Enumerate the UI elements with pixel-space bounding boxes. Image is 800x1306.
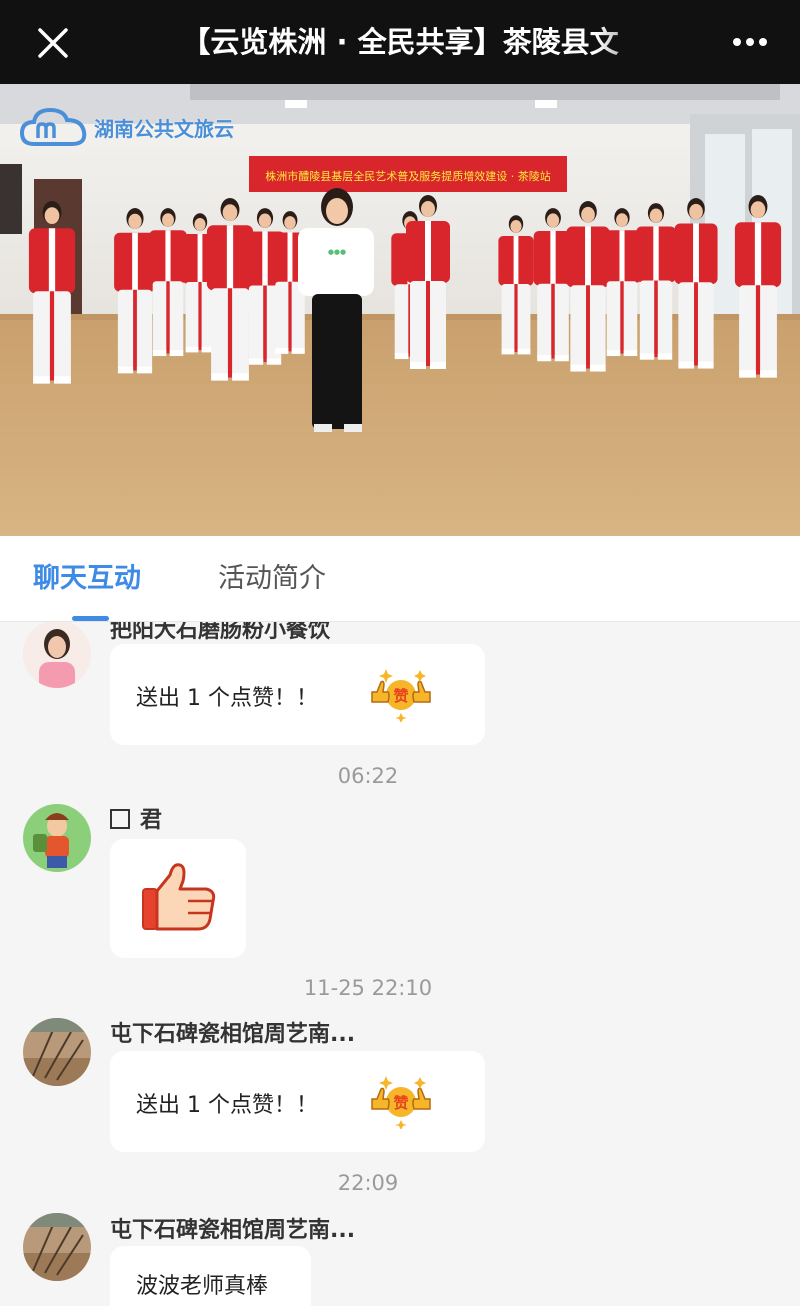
nickname: 君 — [110, 802, 162, 834]
timestamp: 11-25 22:10 — [303, 976, 433, 1000]
close-icon — [38, 28, 68, 58]
avatar-image — [23, 622, 91, 688]
placeholder-glyph-icon — [110, 809, 130, 829]
message-bubble[interactable]: 送出 1 个点赞！！ 赞 — [110, 644, 485, 745]
dancer-figure — [636, 203, 676, 360]
dancer-figure — [149, 208, 187, 357]
dancer-figure — [533, 208, 573, 362]
svg-text:●●●: ●●● — [328, 248, 346, 256]
message-bubble[interactable]: 波波老师真棒 — [110, 1246, 311, 1306]
svg-text:株洲市醴陵县基层全民艺术普及服务提质增效建设 · 茶陵站: 株洲市醴陵县基层全民艺术普及服务提质增效建设 · 茶陵站 — [265, 169, 551, 183]
nickname-text: 君 — [140, 808, 163, 833]
video-player[interactable]: 株洲市醴陵县基层全民艺术普及服务提质增效建设 · 茶陵站 ●●● 湖南公共文旅云 — [0, 84, 800, 536]
svg-text:赞: 赞 — [392, 687, 408, 705]
avatar[interactable] — [23, 1018, 91, 1086]
dancer-figure — [498, 215, 534, 355]
page-title: 【云览株洲 · 全民共享】茶陵县文 — [181, 25, 619, 59]
tab-active-indicator — [72, 616, 109, 621]
dancer-figure — [28, 200, 76, 384]
dancer-figure — [734, 194, 782, 378]
tab-bar: 聊天互动 活动简介 — [0, 536, 800, 622]
like-badge-icon: 赞 — [371, 669, 431, 722]
cloud-logo-icon — [20, 107, 87, 146]
video-frame: 株洲市醴陵县基层全民艺术普及服务提质增效建设 · 茶陵站 ●●● — [0, 84, 800, 536]
avatar-image — [23, 1018, 91, 1086]
nickname: 把阳大石磨肠粉小餐饮 — [110, 622, 331, 643]
close-button[interactable] — [30, 20, 76, 66]
message-text: 波波老师真棒 — [136, 1274, 269, 1299]
dancer-figure — [206, 197, 254, 381]
avatar-image — [23, 1213, 91, 1281]
dancer-figure — [566, 201, 610, 372]
brand-logo: 湖南公共文旅云 — [20, 104, 234, 150]
avatar-image — [23, 804, 91, 872]
nickname: 屯下石碑瓷相馆周艺南... — [110, 1022, 356, 1047]
avatar[interactable] — [23, 804, 91, 872]
timestamp: 22:09 — [337, 1171, 399, 1195]
thumbs-up-icon — [142, 863, 216, 931]
like-badge-icon: 赞 — [371, 1076, 431, 1129]
dancer-figure — [406, 195, 450, 369]
nickname: 屯下石碑瓷相馆周艺南... — [110, 1218, 356, 1243]
top-bar: 【云览株洲 · 全民共享】茶陵县文 — [0, 0, 800, 84]
more-icon — [733, 38, 767, 46]
chat-list[interactable]: 把阳大石磨肠粉小餐饮 送出 1 个点赞！！ 赞 06:22 君 11-25 22… — [0, 622, 800, 1306]
message-bubble[interactable]: 送出 1 个点赞！！ 赞 — [110, 1051, 485, 1152]
svg-text:赞: 赞 — [392, 1094, 408, 1112]
more-button[interactable] — [730, 22, 770, 62]
message-text: 送出 1 个点赞！！ — [136, 1093, 318, 1118]
message-text: 送出 1 个点赞！！ — [136, 686, 318, 711]
timestamp: 06:22 — [337, 764, 399, 788]
dancer-figure — [114, 208, 156, 374]
tab-intro[interactable]: 活动简介 — [218, 536, 326, 622]
dancer-figure — [603, 208, 641, 357]
message-bubble[interactable] — [110, 839, 246, 958]
avatar[interactable] — [23, 622, 91, 688]
brand-name: 湖南公共文旅云 — [94, 116, 234, 141]
page: 【云览株洲 · 全民共享】茶陵县文 株洲市醴陵县基层全民艺术普及服务提质增效建设… — [0, 0, 800, 1306]
tab-chat[interactable]: 聊天互动 — [33, 536, 141, 622]
dancer-figure — [674, 198, 718, 369]
avatar[interactable] — [23, 1213, 91, 1281]
